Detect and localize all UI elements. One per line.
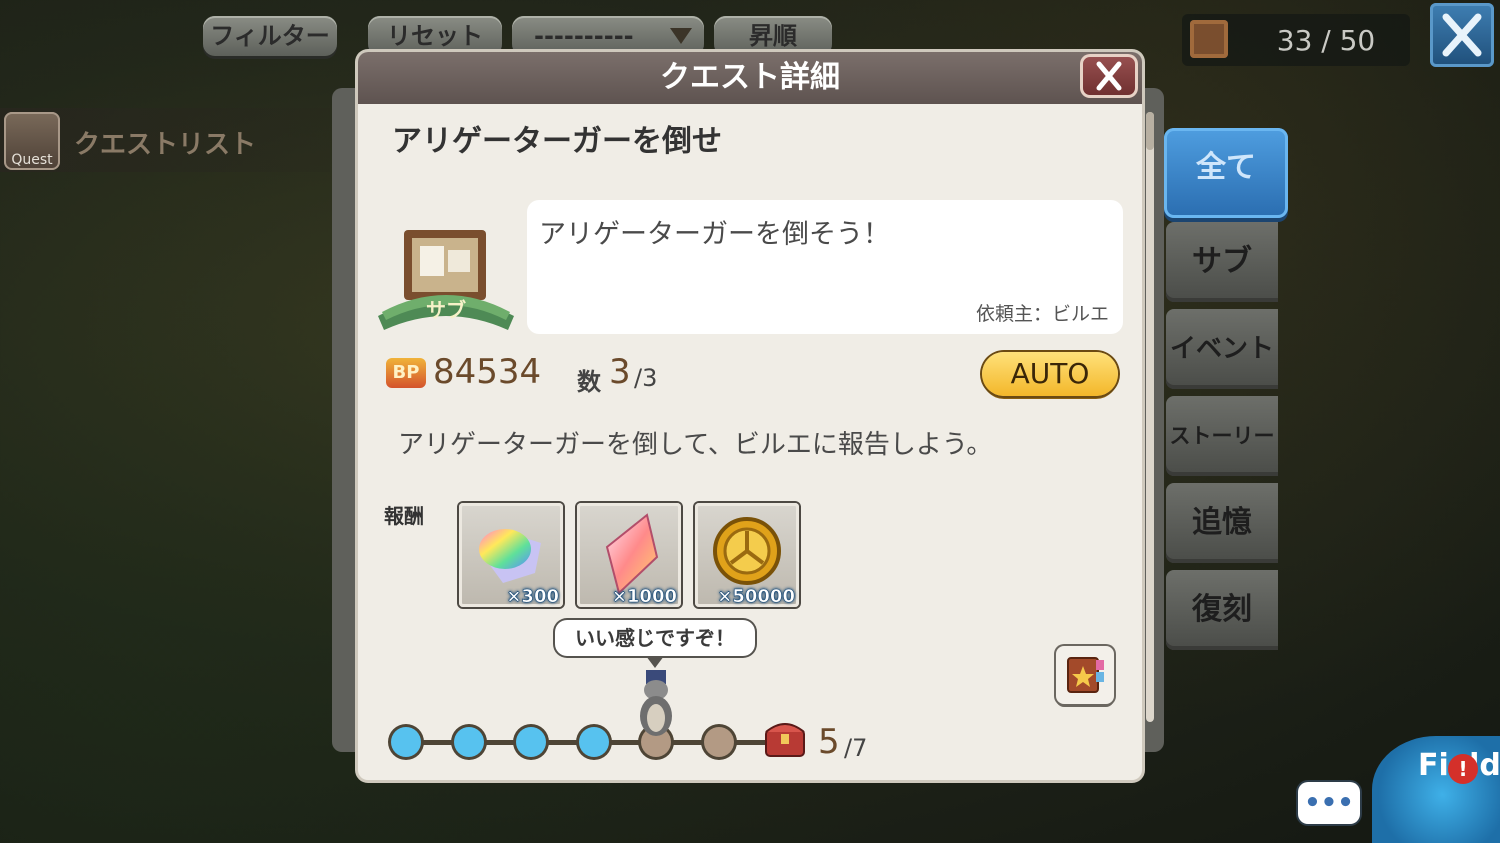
quest-description: アリゲーターガーを倒そう！ <box>539 219 890 250</box>
dialog-close-button[interactable] <box>1080 54 1138 98</box>
category-ribbon-label: サブ <box>426 298 466 322</box>
description-box: アリゲーターガーを倒そう！ 依頼主：ビルエ <box>527 200 1123 334</box>
sub-quest-emblem: サブ <box>376 226 516 334</box>
reward-count: ×1000 <box>611 586 678 608</box>
close-icon <box>1096 61 1122 91</box>
tab-event[interactable]: イベント <box>1166 309 1278 389</box>
rewards-label: 報酬 <box>384 504 424 528</box>
dialog-header: クエスト詳細 <box>358 52 1142 104</box>
star-book-icon <box>1067 657 1104 693</box>
close-screen-button[interactable] <box>1430 3 1494 67</box>
quest-title: アリゲーターガーを倒せ <box>392 124 722 159</box>
quest-list-label: クエストリスト <box>74 130 257 160</box>
speech-bubble: いい感じですぞ！ <box>555 620 755 656</box>
bp-icon: BP <box>386 358 426 388</box>
bubble-tail <box>646 656 664 668</box>
alert-icon: ! <box>1448 754 1478 784</box>
reset-button[interactable]: リセット <box>368 16 502 56</box>
quest-client: 依頼主：ビルエ <box>975 303 1109 325</box>
tab-revival[interactable]: 復刻 <box>1166 570 1278 650</box>
progress-current: 5 <box>818 722 840 762</box>
quest-detail-dialog: クエスト詳細 アリゲーターガーを倒せ <box>358 52 1142 780</box>
reward-item[interactable]: ×50000 <box>695 503 799 607</box>
quest-counter: 33 / 50 <box>1182 14 1410 66</box>
count-label: 数 <box>577 368 601 396</box>
bp-value: 84534 <box>433 352 542 392</box>
sort-select[interactable]: ---------- <box>512 16 704 56</box>
filter-button[interactable]: フィルター <box>203 16 337 56</box>
reward-count: ×50000 <box>717 586 795 608</box>
scroll-thumb[interactable] <box>1146 112 1154 150</box>
reward-count: ×300 <box>506 586 559 608</box>
close-icon <box>1442 13 1482 57</box>
reward-item[interactable]: ×1000 <box>577 503 681 607</box>
quest-count-text: 33 / 50 <box>1276 24 1376 57</box>
order-button[interactable]: 昇順 <box>714 16 832 56</box>
quest-objective: アリゲーターガーを倒して、ビルエに報告しよう。 <box>398 430 993 460</box>
treasure-chest-icon <box>765 723 805 757</box>
bp-badge-label: BP <box>392 362 420 383</box>
tab-sub[interactable]: サブ <box>1166 222 1278 302</box>
quest-icon: Quest <box>4 112 60 170</box>
progress-node <box>453 727 484 757</box>
progress-node <box>516 727 546 757</box>
progress-node <box>391 727 421 757</box>
tab-memories[interactable]: 追憶 <box>1166 483 1278 563</box>
auto-button[interactable]: AUTO <box>982 352 1118 396</box>
progress-total: /7 <box>844 734 868 762</box>
mascot-icon <box>640 670 672 736</box>
quest-list-header[interactable]: Quest クエストリスト <box>0 108 330 172</box>
progress-node <box>578 727 609 757</box>
board-icon <box>1190 20 1228 58</box>
count-total: /3 <box>634 364 658 392</box>
reward-item[interactable]: ×300 <box>459 503 563 607</box>
field-button[interactable]: Field ! <box>1372 736 1500 843</box>
dialog-scrollbar[interactable] <box>1146 112 1154 722</box>
album-button[interactable] <box>1056 646 1114 704</box>
quest-icon-label: Quest <box>11 152 53 168</box>
progress-node <box>703 727 734 757</box>
chat-button[interactable]: ••• <box>1298 782 1360 824</box>
tab-story[interactable]: ストーリー <box>1166 396 1278 476</box>
count-current: 3 <box>609 352 631 392</box>
dialog-title: クエスト詳細 <box>660 60 840 95</box>
tab-all[interactable]: 全て <box>1164 128 1288 218</box>
sort-select-value: ---------- <box>534 22 634 50</box>
chevron-down-icon <box>670 28 692 44</box>
ellipsis-icon: ••• <box>1304 788 1354 818</box>
